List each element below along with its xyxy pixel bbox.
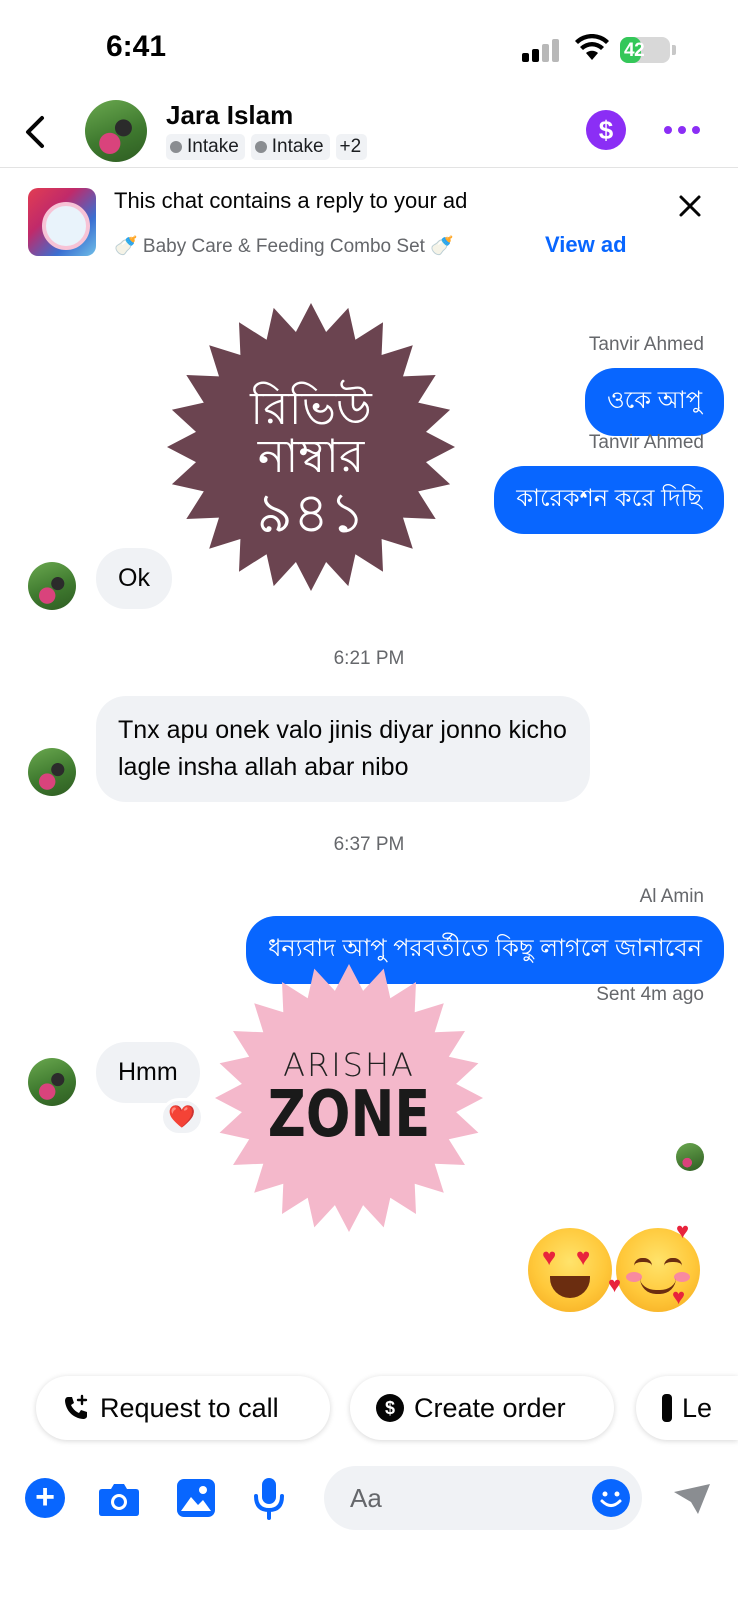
heart-icon: ♥ — [672, 1284, 686, 1309]
label-dot-icon — [254, 141, 267, 153]
contact-avatar-small[interactable] — [28, 562, 76, 610]
create-order-label: Create order — [414, 1392, 566, 1423]
close-icon[interactable] — [678, 194, 702, 218]
contact-name[interactable]: Jara Islam — [166, 100, 293, 131]
battery-percent: 42 — [624, 40, 645, 61]
lead-action-button[interactable]: Le — [636, 1376, 738, 1440]
label-chip[interactable]: Intake — [166, 134, 245, 160]
status-bar: 6:41 42 — [0, 0, 738, 96]
sender-name: Tanvir Ahmed — [588, 432, 704, 453]
message-composer: + — [0, 1466, 738, 1530]
emoji-smile — [640, 1278, 676, 1294]
message-bubble-outgoing[interactable]: ওকে আপু — [584, 368, 724, 436]
more-icon[interactable] — [664, 126, 700, 136]
timestamp-divider: 6:21 PM — [333, 648, 405, 669]
label-chip[interactable]: Intake — [250, 134, 330, 160]
sticker-line-3: ৯৪১ — [256, 481, 366, 546]
dollar-circle-icon: $ — [376, 1394, 404, 1422]
microphone-icon[interactable] — [252, 1476, 286, 1520]
message-bubble-incoming[interactable]: Hmm — [96, 1042, 200, 1103]
label-dot-icon — [170, 141, 182, 153]
read-receipt-avatar — [676, 1143, 704, 1171]
chat-header: Jara Islam Intake Intake +2 $ — [0, 96, 738, 168]
phone-plus-icon — [65, 1394, 88, 1419]
emoji-eye — [634, 1258, 652, 1266]
status-time: 6:41 — [106, 30, 167, 63]
battery-icon: 42 — [620, 37, 670, 63]
heart-eyes-emoji-icon[interactable]: ♥ ♥ — [528, 1228, 612, 1312]
create-order-button[interactable]: $ Create order — [350, 1376, 614, 1440]
emoji-blush — [674, 1272, 690, 1282]
ad-thumbnail[interactable] — [28, 188, 96, 256]
message-bubble-incoming[interactable]: Ok — [96, 548, 172, 609]
timestamp-divider: 6:37 PM — [333, 834, 405, 855]
heart-icon: ♥ — [676, 1218, 690, 1243]
sender-name: Al Amin — [639, 886, 704, 907]
emoji-picker-icon[interactable] — [592, 1479, 630, 1517]
view-ad-link[interactable]: View ad — [545, 232, 627, 258]
gallery-icon[interactable] — [176, 1478, 216, 1518]
message-bubble-outgoing[interactable]: কারেকশন করে দিছি — [494, 466, 724, 534]
label-text: Intake — [187, 136, 239, 157]
brand-line-2: ZONE — [267, 1078, 431, 1152]
label-text: Intake — [271, 136, 324, 157]
review-number-sticker: রিভিউ নাম্বার ৯৪১ — [166, 302, 456, 592]
cellular-signal-icon — [522, 38, 562, 62]
brand-sticker: ARISHA ZONE — [213, 962, 485, 1234]
contact-avatar-small[interactable] — [28, 1058, 76, 1106]
ad-banner-title: This chat contains a reply to your ad — [114, 188, 468, 213]
quick-actions-bar: Request to call $ Create order Le — [0, 1376, 738, 1440]
label-more-count: +2 — [339, 136, 362, 157]
back-icon[interactable] — [20, 112, 50, 152]
contact-labels[interactable]: Intake Intake +2 — [166, 134, 368, 160]
battery-cap — [672, 45, 676, 55]
lead-action-label: Le — [681, 1392, 712, 1423]
contact-avatar[interactable] — [85, 100, 147, 162]
sent-status: Sent 4m ago — [596, 984, 704, 1005]
emoji-eye — [664, 1258, 682, 1266]
emoji-mouth — [550, 1276, 590, 1298]
heart-reaction-icon[interactable]: ❤️ — [160, 1098, 204, 1136]
dollar-icon[interactable]: $ — [586, 110, 626, 150]
ad-reply-banner: This chat contains a reply to your ad 🍼 … — [0, 168, 738, 286]
plus-icon[interactable]: + — [25, 1478, 65, 1518]
send-icon[interactable] — [672, 1482, 712, 1516]
camera-icon[interactable] — [98, 1480, 140, 1518]
label-more-chip[interactable]: +2 — [335, 134, 368, 160]
request-to-call-label: Request to call — [100, 1392, 279, 1423]
heart-icon: ♥ — [608, 1272, 622, 1297]
sender-name: Tanvir Ahmed — [588, 334, 704, 355]
smiling-face-with-hearts-emoji-icon[interactable]: ♥ ♥ ♥ — [608, 1218, 700, 1312]
contact-avatar-small[interactable] — [28, 748, 76, 796]
ad-product-name: 🍼 Baby Care & Feeding Combo Set 🍼 — [114, 236, 454, 257]
wifi-icon — [575, 34, 609, 60]
request-to-call-button[interactable]: Request to call — [36, 1376, 330, 1440]
message-bubble-incoming[interactable]: Tnx apu onek valo jinis diyar jonno kich… — [96, 696, 590, 802]
document-icon — [662, 1394, 672, 1422]
